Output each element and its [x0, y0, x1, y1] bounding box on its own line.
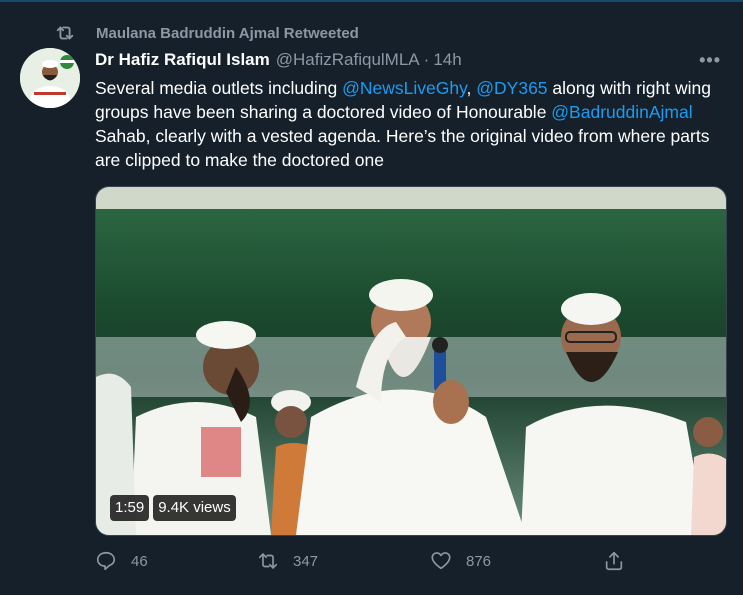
tweet-text-segment: , [466, 78, 477, 98]
share-button[interactable] [603, 550, 625, 572]
header-separator: · [423, 50, 430, 69]
video-duration: 1:59 [110, 495, 150, 521]
tweet-actions: 46 347 876 [95, 550, 635, 578]
avatar[interactable] [20, 48, 80, 108]
like-button[interactable]: 876 [430, 550, 491, 572]
tweet-header: Dr Hafiz Rafiqul Islam @HafizRafiqulMLA … [95, 50, 462, 70]
reply-icon [96, 551, 116, 571]
reply-button[interactable]: 46 [95, 550, 148, 572]
mention-link[interactable]: @DY365 [476, 78, 547, 98]
mention-link[interactable]: @NewsLiveGhy [342, 78, 466, 98]
tweet-text-segment: Sahab, clearly with a vested agenda. Her… [95, 126, 710, 170]
retweet-button[interactable]: 347 [257, 550, 318, 572]
share-icon [605, 551, 623, 571]
tweet-timestamp[interactable]: 14h [433, 50, 461, 70]
more-options-icon[interactable]: ••• [699, 50, 721, 71]
top-divider [0, 0, 743, 2]
video-player[interactable] [95, 186, 727, 536]
tweet-text-segment: Several media outlets including [95, 78, 343, 98]
author-handle[interactable]: @HafizRafiqulMLA [276, 50, 420, 70]
retweet-icon [258, 553, 278, 569]
author-name[interactable]: Dr Hafiz Rafiqul Islam [95, 50, 270, 70]
video-info-badge: 1:59 9.4K views [110, 495, 240, 521]
video-views: 9.4K views [153, 495, 236, 521]
like-count: 876 [466, 552, 492, 570]
retweet-icon [56, 26, 74, 40]
retweet-count: 347 [293, 552, 319, 570]
retweet-context[interactable]: Maulana Badruddin Ajmal Retweeted [54, 22, 359, 44]
mention-link[interactable]: @BadruddinAjmal [551, 102, 692, 122]
retweet-context-label: Maulana Badruddin Ajmal Retweeted [96, 24, 359, 42]
tweet-text: Several media outlets including @NewsLiv… [95, 76, 715, 172]
like-icon [431, 552, 451, 570]
reply-count: 46 [131, 552, 148, 570]
